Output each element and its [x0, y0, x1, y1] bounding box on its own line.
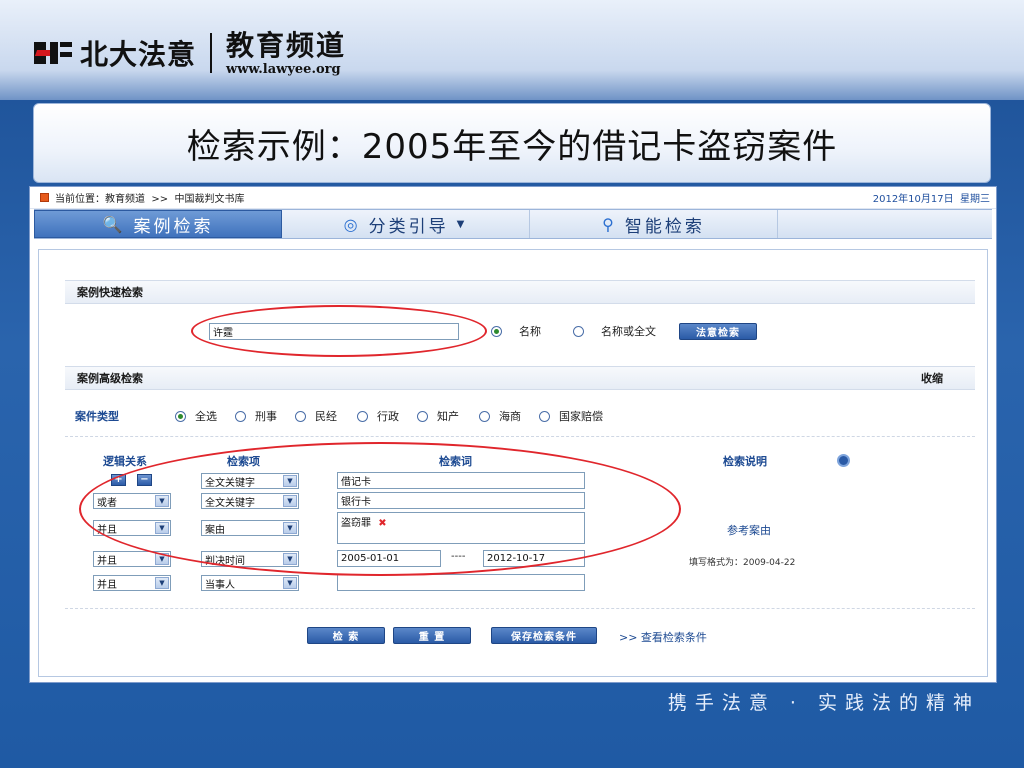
highlight-ellipse-quick [191, 305, 487, 357]
location-icon [40, 193, 49, 202]
highlight-ellipse-advanced [79, 442, 681, 576]
column-logic: 逻辑关系 [103, 455, 147, 468]
chevron-down-icon: ▼ [155, 577, 169, 589]
save-conditions-button[interactable]: 保存检索条件 [491, 627, 597, 644]
case-type-label: 案件类型 [75, 410, 119, 423]
field-select-5[interactable]: 当事人 ▼ [201, 575, 299, 591]
search-icon: ⚲ [602, 214, 617, 234]
tab-label: 案例检索 [133, 216, 214, 237]
embedded-screenshot: 当前位置： 教育频道 >> 中国裁判文书库 2012年10月17日 星期三 🔍 … [29, 186, 997, 683]
tab-case-search[interactable]: 🔍 案例检索 [34, 210, 282, 238]
term-input-5[interactable] [337, 574, 585, 591]
brand-name: 北大法意 [80, 38, 197, 71]
collapse-link[interactable]: 收缩 [921, 370, 943, 386]
chevron-down-icon: ▼ [456, 218, 468, 230]
search-icon: 🔍 [102, 214, 126, 234]
slogan: 携手法意 · 实践法的精神 [667, 692, 980, 714]
divider [65, 608, 975, 609]
brand-mark-icon [32, 36, 76, 70]
logic-select-value: 并且 [97, 579, 117, 591]
case-type-admin-label: 行政 [377, 410, 399, 423]
quick-search-header: 案例快速检索 [65, 280, 975, 304]
field-select-value: 当事人 [205, 579, 235, 591]
case-type-all-label: 全选 [195, 410, 217, 423]
radio-case-ip[interactable] [417, 411, 428, 422]
tab-label: 分类引导 [368, 216, 449, 237]
case-type-criminal-label: 刑事 [255, 410, 277, 423]
reference-cause-link[interactable]: 参考案由 [727, 522, 771, 538]
case-type-state-comp-label: 国家赔偿 [559, 410, 603, 423]
radio-name-or-fulltext-label: 名称或全文 [601, 325, 656, 338]
case-type-maritime-label: 海商 [499, 410, 521, 423]
case-type-civil-label: 民经 [315, 410, 337, 423]
brand-channel: 教育频道 [226, 28, 347, 62]
location-bar: 当前位置： 教育频道 >> 中国裁判文书库 2012年10月17日 星期三 [30, 187, 996, 209]
current-date: 2012年10月17日 星期三 [872, 194, 990, 205]
divider [65, 436, 975, 437]
breadcrumb[interactable]: 教育频道 >> 中国裁判文书库 [105, 190, 244, 205]
chevron-down-icon: ▼ [283, 577, 297, 589]
tab-bar: 🔍 案例检索 ◎ 分类引导 ▼ ⚲ 智能检索 [34, 209, 992, 239]
tab-bar-filler [778, 210, 992, 238]
radio-case-all[interactable] [175, 411, 186, 422]
brand-logo: 北大法意 教育频道 www.lawyee.org [32, 28, 347, 77]
circle-target-icon: ◎ [343, 214, 361, 234]
radio-name[interactable] [491, 326, 502, 337]
help-info-icon[interactable] [837, 454, 850, 467]
radio-case-admin[interactable] [357, 411, 368, 422]
column-help: 检索说明 [723, 455, 767, 468]
radio-case-state-comp[interactable] [539, 411, 550, 422]
search-panel: 案例快速检索 名称 名称或全文 法意检索 案例高级检索 收缩 案件类型 全选 刑… [38, 249, 988, 677]
radio-name-label: 名称 [519, 325, 541, 338]
search-button[interactable]: 检 索 [307, 627, 385, 644]
logic-select-5[interactable]: 并且 ▼ [93, 575, 171, 591]
radio-name-or-fulltext[interactable] [573, 326, 584, 337]
radio-case-criminal[interactable] [235, 411, 246, 422]
quick-search-heading: 案例快速检索 [77, 286, 143, 299]
logic-select-value: 并且 [97, 555, 117, 567]
radio-case-maritime[interactable] [479, 411, 490, 422]
tab-category-guide[interactable]: ◎ 分类引导 ▼ [282, 210, 530, 238]
lawyee-search-button[interactable]: 法意检索 [679, 323, 757, 340]
radio-case-civil[interactable] [295, 411, 306, 422]
tab-smart-search[interactable]: ⚲ 智能检索 [530, 210, 778, 238]
reset-button[interactable]: 重 置 [393, 627, 471, 644]
brand-url: www.lawyee.org [226, 61, 341, 77]
tab-label: 智能检索 [624, 216, 705, 237]
view-conditions-link[interactable]: >> 查看检索条件 [619, 629, 707, 645]
slide-title-box: 检索示例：2005年至今的借记卡盗窃案件 [33, 103, 991, 183]
advanced-search-header: 案例高级检索 收缩 [65, 366, 975, 390]
date-format-hint: 填写格式为：2009-04-22 [689, 558, 796, 568]
advanced-search-heading: 案例高级检索 [77, 372, 143, 385]
case-type-ip-label: 知产 [437, 410, 459, 423]
location-prefix: 当前位置： [55, 194, 105, 205]
slide-title: 检索示例：2005年至今的借记卡盗窃案件 [186, 126, 838, 167]
brand-separator [210, 33, 213, 73]
